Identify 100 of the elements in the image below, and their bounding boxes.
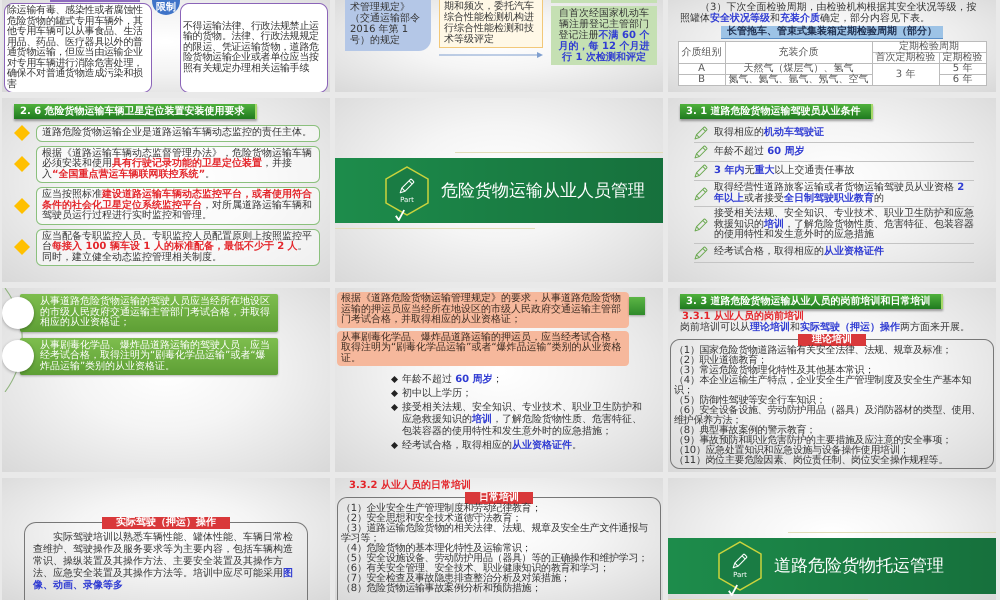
list-item: 经考试合格，取得相应的从业资格证件。 [402,440,582,452]
list-item: 年龄不超过 60 周岁； [402,374,503,386]
list-item: （5）防御性驾驶等安全行车知识； [674,396,827,406]
slide-thumbnail[interactable]: 除运输有毒、感染性或者腐蚀性危险货物的罐式专用车辆外，其他专用车辆可以从事食品、生活用品、药品、医疗器具以外的普通货物运输，但应当由运输企业对专用车辆进行消除危害处理，确保不对普通货物造成污染和损害 限制 不得运输法律、行政法规禁止运输的货物。法律、行政法规规定的限运、凭证运输货物，道路危险货物运输企业或者单位应当按照有关规定办理相关运输手续 [2,0,330,92]
subheading: 3.3.2 从业人员的日常培训 [349,480,472,491]
list-item: （11）岗位主要危险因素、岗位责任制、岗位安全操作规程等。 [674,456,950,466]
slide-thumbnail[interactable]: 术管理规定》（交通运输部令 2016 年第 1 号）的规定 期和频次，委托汽车综合性能检测机构进行综合性能检测和技术等级评定 自首次经国家机动车辆注册登记主管部门登记注册不满 60 个月的，每 12 个月进行 1 次检测和评定 [335,0,663,92]
process-box: 期和频次，委托汽车综合性能检测机构进行综合性能检测和技术等级评定 [439,0,543,48]
list-item: （9）事故预防和职业危害防护的主要措施及应注意的安全事项； [674,436,953,446]
check-icon [728,584,738,596]
list-item: （6）有关安全管理、安全技术、职业健康知识的教育和学习； [341,564,610,574]
list-item: （5）安全设施设备、劳动防护用品（器具）等的正确操作和维护学习； [341,554,649,564]
diamond-icon [14,198,30,214]
list-item: （10）应急处置知识和应急设施与设备操作使用培训； [674,446,910,456]
list-item: （2）职业道德教育； [674,356,768,366]
tab-label: 理论培训 [798,334,866,346]
list-item: 取得相应的机动车驾驶证 [714,128,824,138]
slide-thumbnail[interactable]: 3. 1 道路危险货物运输驾驶员从业条件 取得相应的机动车驾驶证 年龄不超过 60 周岁 3 年内无重大以上交通责任事故 取得经营性道路旅客运输或者货物运输驾驶员从业资格 2 年以上或者接受全日制驾驶职业教育的 接受相关法规、安全知识、专业技术、职业卫生防护和应急救援知识的培训，了解危险货物性质、危害特征、包装容器的使用特性和发生意外时的应急措施 经考试合格，取得相应的从业资格证件 [668,98,996,282]
text-box: 除运输有毒、感染性或者腐蚀性危险货物的罐式专用车辆外，其他专用车辆可以从事食品、生活用品、药品、医疗器具以外的普通货物运输，但应当由运输企业对专用车辆进行消除危害处理，确保不对普通货物造成污染和损害 [4,3,152,92]
table-cell: B [678,74,725,86]
tab-label: 实际驾驶（押运）操作 [102,517,230,529]
slide-thumbnail[interactable] [335,478,663,600]
list-item: 接受相关法规、安全知识、专业技术、职业卫生防护和应急救援知识的培训，了解危险货物性质、危害特征、包装容器的使用特性和发生意外时的应急措施； [402,402,643,438]
table-title: 长管拖车、管束式集装箱定期检验周期（部分） [721,26,943,39]
body-text: （3）下次全面检验周期，由检验机构根据其安全状况等级，按照罐体安全状况等级和充装介质确定，部分内容见下表。 [679,2,978,24]
section-title: 危险货物运输从业人员管理 [441,180,645,200]
list-item: （4）危险货物的基本理化特性及运输常识； [341,544,532,554]
section-title: 3. 3 道路危险货物运输从业人员的岗前培训和日常培训 [680,294,943,309]
slide-thumbnail[interactable] [335,288,663,472]
text-box: 道路危险货物运输企业是道路运输车辆动态监控的责任主体。 [36,125,320,142]
pencil-icon [732,553,748,569]
pencil-icon [694,164,708,178]
slide-thumbnail[interactable]: 实际驾驶（押运）操作 实际驾驶培训以熟悉车辆性能、罐体性能、车辆日常检查维护、驾驶操作及服务要求等为主要内容，包括车辆构造常识、操纵装置及其操作方法、主要安全装置及其操作方法、应急安全装置及其操作方法等。培训中应尽可能采用图像、动画、录像等多 [2,478,330,600]
pencil-icon [694,186,708,200]
bullet-icon [391,376,398,383]
text-box: 根据《道路运输车辆动态监督管理办法》，危险货物运输车辆必须安装和使用具有行驶记录功能的卫星定位装置，并接入“全国重点营运车辆联网联控系统”。 [36,146,320,183]
bullet-icon [391,404,398,411]
table-header: 定期检验周期 [872,42,986,52]
slide-thumbnail[interactable] [668,288,996,472]
info-bar: 从事剧毒化学品、爆炸品道路运输的驾驶人员，应当经考试合格，取得注明为“剧毒化学品运输”或者“爆炸品运输”类别的从业资格证。 [20,338,278,375]
list-item: （7）安全检查及事故隐患排查整治分析及对策措施； [341,574,572,584]
check-icon [395,208,405,220]
section-title: 道路危险货物托运管理 [774,556,944,576]
list-item: 3 年内无重大以上交通责任事故 [714,166,854,176]
result-box: 自首次经国家机动车辆注册登记主管部门登记注册不满 60 个月的，每 12 个月进行 1 次检测和评定 [551,6,657,65]
circle-marker [2,296,34,329]
section-title: 2. 6 危险货物运输车辆卫星定位装置安装使用要求 [14,104,257,119]
pencil-icon [694,246,708,260]
list-item: 取得经营性道路旅客运输或者货物运输驾驶员从业资格 2 年以上或者接受全日制驾驶职业教育的 [714,183,966,204]
body-text: 岗前培训可以从理论培训和实际驾驶（押运）操作两方面来开展。 [680,322,971,333]
list-item: （1）企业安全生产管理制度和劳动纪律教育； [341,504,542,514]
section-title: 3. 1 道路危险货物运输驾驶员从业条件 [680,104,873,119]
list-item: （2）安全思想和安全技术道德守法教育； [341,514,523,524]
diamond-icon [14,156,30,172]
note-box: 从事剧毒化学品、爆炸品道路运输的押运员，应当经考试合格，取得注明为“剧毒化学品运输”或者“爆炸品运输”类别的从业资格证。 [337,330,629,366]
diamond-icon [14,239,30,256]
list-item: （3）常运危险货物理化特性及其他基本常识； [674,366,874,376]
list-item: （4）本企业运输生产特点，企业安全生产管理制度及安全生产基本知识； [674,376,972,396]
table-cell: A [678,64,725,74]
title-bar [629,297,645,315]
table-header: 充装介质 [725,42,872,64]
list-item: 接受相关法规、安全知识、专业技术、职业卫生防护和应急救援知识的培训，了解危险货物性质、危害特征、包装容器的使用特性和发生意外时的应急措施 [714,209,974,240]
table-header: 介质组别 [678,42,725,64]
bullet-icon [391,390,398,397]
body-text: 实际驾驶培训以熟悉车辆性能、罐体性能、车辆日常检查维护、驾驶操作及服务要求等为主要内容，包括车辆构造常识、操纵装置及其操作方法、主要安全装置及其操作方法、应急安全装置及其操作方法等。培训中应尽可能采用图像、动画、录像等多 [33,532,294,592]
slide-thumbnail[interactable]: （3）下次全面检验周期，由检验机构根据其安全状况等级，按照罐体安全状况等级和充装介质确定，部分内容见下表。 长管拖车、管束式集装箱定期检验周期（部分） 介质组别 充装介质 定期检验周期 首次定期检验 定期检验 A 天然气（煤层气）、氢气 3 年 5 年 B 氮气、氦气、氩气、氖气、空气 6 年 [668,0,996,92]
list-item: （6）安全设备设施、劳动防护用品（器具）及消防器材的类型、使用、维护保养方法； [674,406,982,426]
pencil-icon [694,218,708,232]
table-cell: 3 年 [872,64,939,86]
table-header: 定期检验 [939,52,986,64]
diamond-icon [14,125,30,142]
text-box: 应当按照标准建设道路运输车辆动态监控平台，或者使用符合条件的社会化卫星定位系统监控平台，对所属道路运输车辆和驾驶员运行过程进行实时监控和管理。 [36,187,320,224]
text-box: 应当配备专职监控人员。专职监控人员配置原则上按照监控平台每接入 100 辆车设 1 人的标准配备，最低不少于 2 人。同时，建立健全动态监控管理相关制度。 [36,228,320,266]
hexagon-frame [385,166,429,216]
list-item: 初中以上学历； [402,388,472,400]
list-item: （3）道路运输危险货物的相关法律、法规、规章及安全生产文件通报与学习等； [341,524,649,544]
slide-thumbnail[interactable] [2,98,330,282]
info-bar: 从事道路危险货物运输的驾驶人员应当经所在地设区的市级人民政府交通运输主管部门考试合格，并取得相应的从业资格证； [20,294,278,332]
circle-marker [2,340,34,372]
table-cell: 5 年 [939,64,986,74]
list-item: （1）国家危险货物道路运输有关安全法律、法规、规章及标准； [674,346,953,356]
source-box: 术管理规定》（交通运输部令 2016 年第 1 号）的规定 [345,0,431,51]
table-cell: 天然气（煤层气）、氢气 [725,64,872,74]
table-cell: 6 年 [939,74,986,86]
title-badge: 限制 [152,0,180,15]
pencil-icon [399,178,415,194]
bullet-icon [391,442,398,449]
table-header: 首次定期检验 [872,52,939,64]
list-item: （8）危险货物运输事故案例分析和预防措施； [341,584,542,594]
list-item: 经考试合格，取得相应的从业资格证件 [714,247,884,258]
tab-label: 日常培训 [465,492,533,504]
pencil-icon [694,145,708,159]
note-box: 根据《道路危险货物运输管理规定》的要求，从事道路危险货物运输的押运员应当经所在地设区的市级人民政府交通运输主管部门考试合格，并取得相应的从业资格证； [337,292,629,328]
pencil-icon [694,126,708,140]
table-cell: 氮气、氦气、氩气、氖气、空气 [725,74,872,86]
hexagon-frame [718,541,762,591]
text-box: 不得运输法律、行政法规禁止运输的货物。法律、行政法规规定的限运、凭证运输货物，道路危险货物运输企业或者单位应当按照有关规定办理相关运输手续 [180,3,328,92]
list-item: 年龄不超过 60 周岁 [714,146,805,158]
subheading: 3.3.1 从业人员的岗前培训 [682,311,804,322]
list-item: （8）典型事故案例的警示教育； [674,426,816,436]
